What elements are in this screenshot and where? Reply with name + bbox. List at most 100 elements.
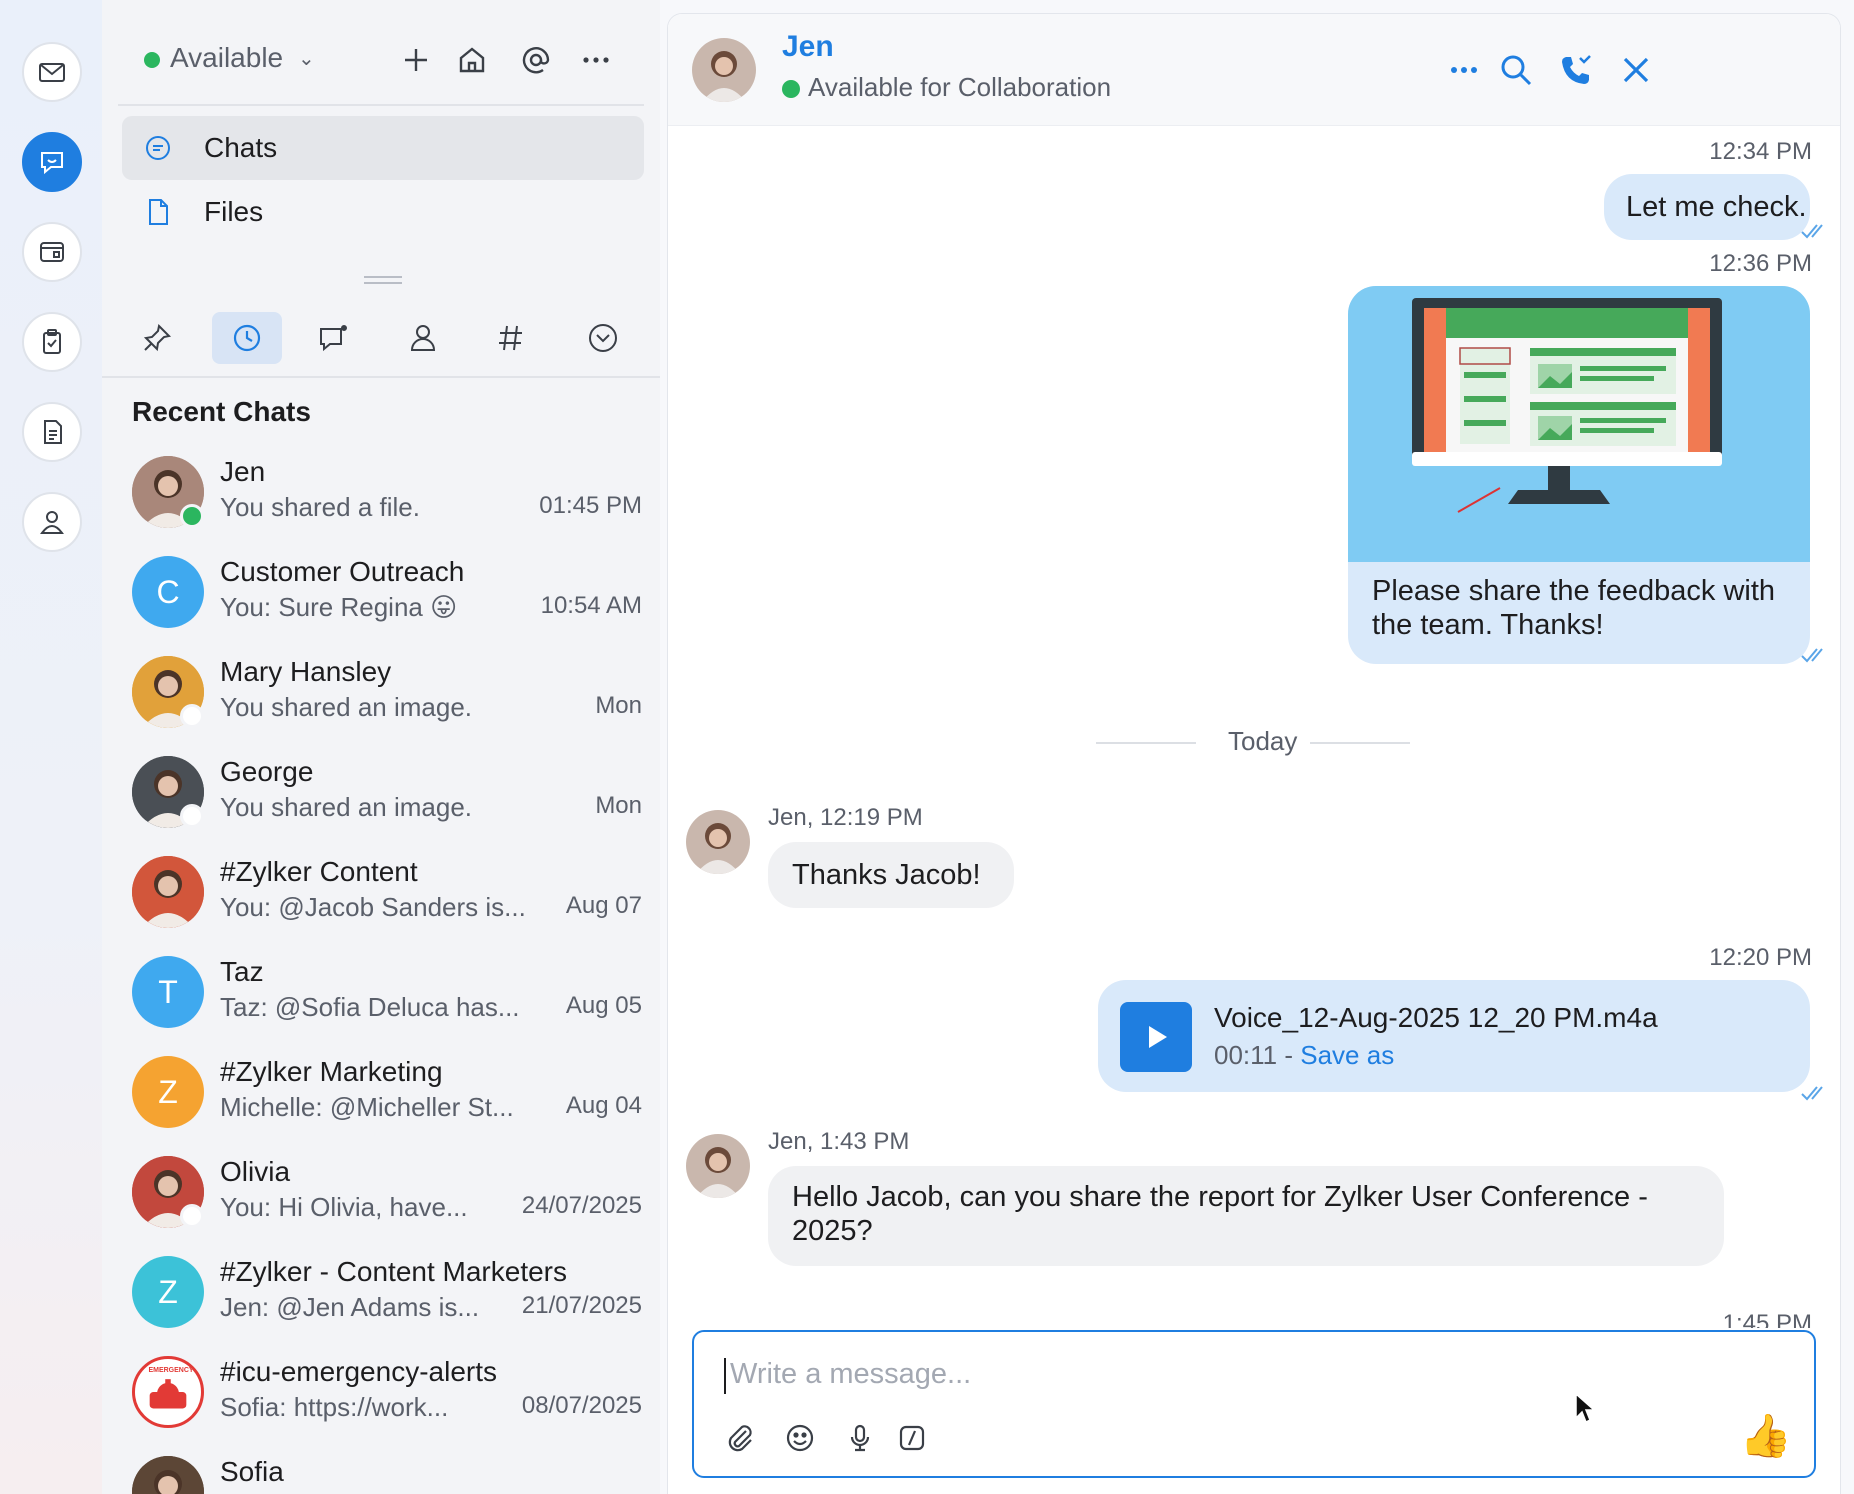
day-separator: Today [1096, 722, 1416, 762]
message-text: Thanks Jacob! [792, 859, 981, 891]
conversation-panel: Jen Available for Collaboration 12:34 PM… [668, 14, 1840, 1494]
contact-name[interactable]: Jen [782, 30, 834, 64]
message-sender: Jen, 1:43 PM [768, 1128, 910, 1155]
chat-list-item[interactable]: EMERGENCY #icu-emergency-alerts Sofia: htt… [112, 1346, 652, 1446]
channels-filter-icon[interactable] [298, 312, 368, 364]
message-timestamp: 12:20 PM [1709, 944, 1812, 971]
plus-icon[interactable] [396, 40, 436, 80]
left-topbar: Available ⌄ [102, 30, 660, 90]
chat-time: Aug 07 [565, 892, 642, 919]
pinned-filter-icon[interactable] [122, 312, 192, 364]
avatar-photo [132, 1456, 204, 1494]
chat-list-item[interactable]: C Customer Outreach You: Sure Regina 😛 10:5… [112, 546, 652, 646]
read-receipt-icon [1801, 648, 1823, 663]
avatar[interactable] [692, 38, 756, 102]
recent-filter-clock-icon[interactable] [212, 312, 282, 364]
emoji-icon[interactable] [780, 1418, 820, 1458]
chat-list-item[interactable]: Jen You shared a file. 01:45 PM [112, 446, 652, 546]
presence-dot [144, 52, 160, 68]
nav-chats[interactable]: Chats [122, 116, 644, 180]
presence-dropdown[interactable]: Available [170, 42, 283, 74]
read-receipt-icon [1801, 224, 1823, 239]
presence-dot [782, 80, 800, 98]
chat-list-item[interactable]: Sofia [112, 1446, 652, 1494]
nav-chats-label: Chats [204, 132, 278, 163]
chat-time: Mon [595, 792, 642, 819]
chat-list-item[interactable]: Z #Zylker Marketing Michelle: @Micheller S… [112, 1046, 652, 1146]
hashtag-filter-icon[interactable] [476, 312, 546, 364]
microphone-icon[interactable] [840, 1418, 880, 1458]
conversation-header: Jen Available for Collaboration [668, 14, 1840, 126]
chats-icon [146, 136, 170, 160]
badge-label: EMERGENCY [148, 1367, 194, 1374]
search-icon[interactable] [1494, 48, 1538, 92]
mail-icon[interactable] [22, 42, 82, 102]
thumbs-up-icon[interactable]: 👍 [1740, 1412, 1792, 1461]
presence-dot [180, 704, 204, 728]
chat-time: 24/07/2025 [521, 1192, 642, 1219]
chat-list-item[interactable]: Olivia You: Hi Olivia, have... 24/07/2025 [112, 1146, 652, 1246]
chat-time: 21/07/2025 [521, 1292, 642, 1319]
chevron-down-icon[interactable]: ⌄ [298, 46, 315, 71]
resize-handle[interactable] [364, 276, 402, 284]
chat-list-item[interactable]: Z #Zylker - Content Marketers Jen: @Jen Ad… [112, 1246, 652, 1346]
chat-time: Aug 05 [565, 992, 642, 1019]
workdrive-icon[interactable] [22, 222, 82, 282]
presence-dot [180, 1204, 204, 1228]
chat-list-item[interactable]: #Zylker Content You: @Jacob Sanders is...… [112, 846, 652, 946]
message-list[interactable]: 12:34 PM Let me check. 12:36 PM Please s… [668, 126, 1840, 1328]
voice-message[interactable]: Voice_12-Aug-2025 12_20 PM.m4a 00:11 - S… [1098, 980, 1810, 1092]
chat-list-item[interactable]: George You shared an image. Mon [112, 746, 652, 846]
avatar: Z [132, 1256, 204, 1328]
avatar-initial: Z [158, 1273, 178, 1310]
chat-preview: Jen: @Jen Adams is... [220, 1292, 480, 1322]
audio-filename: Voice_12-Aug-2025 12_20 PM.m4a [1214, 1002, 1658, 1033]
notes-icon[interactable] [22, 402, 82, 462]
avatar[interactable] [686, 1134, 750, 1198]
image-message[interactable]: Please share the feedback with the team.… [1348, 286, 1810, 664]
attachment-icon[interactable] [720, 1418, 760, 1458]
divider [1096, 742, 1196, 744]
avatar-photo [132, 856, 204, 928]
avatar-initial: Z [158, 1073, 178, 1110]
nav-files[interactable]: Files [122, 180, 644, 244]
image-caption: Please share the feedback with the team.… [1372, 575, 1776, 641]
divider [1310, 742, 1410, 744]
chat-preview: You: Sure Regina 😛 [220, 592, 458, 622]
close-icon[interactable] [1614, 48, 1658, 92]
chat-time: Mon [595, 692, 642, 719]
mentions-icon[interactable] [516, 40, 556, 80]
avatar[interactable] [686, 810, 750, 874]
chat-name: #Zylker - Content Marketers [220, 1256, 567, 1287]
chat-list-item[interactable]: T Taz Taz: @Sofia Deluca has... Aug 05 [112, 946, 652, 1046]
message-bubble[interactable]: Thanks Jacob! [768, 842, 1014, 908]
message-composer[interactable]: 👍 [692, 1330, 1816, 1478]
call-icon[interactable] [1554, 48, 1598, 92]
slash-command-icon[interactable] [892, 1418, 932, 1458]
message-bubble[interactable]: Let me check. [1604, 174, 1810, 240]
avatar: C [132, 556, 204, 628]
more-filters-icon[interactable] [568, 312, 638, 364]
chat-time: 08/07/2025 [521, 1392, 642, 1419]
message-bubble[interactable]: Hello Jacob, can you share the report fo… [768, 1166, 1724, 1266]
contacts-icon[interactable] [22, 492, 82, 552]
message-timestamp: 1:45 PM [1722, 1310, 1812, 1328]
save-as-link[interactable]: Save as [1300, 1040, 1394, 1070]
message-input[interactable] [730, 1352, 1730, 1396]
shared-image[interactable] [1348, 286, 1810, 562]
cliq-chat-icon[interactable] [22, 132, 82, 192]
home-icon[interactable] [452, 40, 492, 80]
audio-duration: 00:11 - [1214, 1040, 1301, 1070]
tasks-icon[interactable] [22, 312, 82, 372]
chat-name: Taz [220, 956, 264, 987]
play-icon[interactable] [1120, 1002, 1192, 1072]
contact-status: Available for Collaboration [808, 72, 1112, 102]
divider [102, 376, 660, 378]
chat-preview: You shared an image. [220, 792, 473, 822]
more-icon[interactable] [576, 40, 616, 80]
contacts-filter-icon[interactable] [388, 312, 458, 364]
chat-list-item[interactable]: Mary Hansley You shared an image. Mon [112, 646, 652, 746]
chat-name: Sofia [220, 1456, 284, 1487]
chat-preview: Sofia: https://work... [220, 1392, 449, 1422]
more-icon[interactable] [1442, 48, 1486, 92]
